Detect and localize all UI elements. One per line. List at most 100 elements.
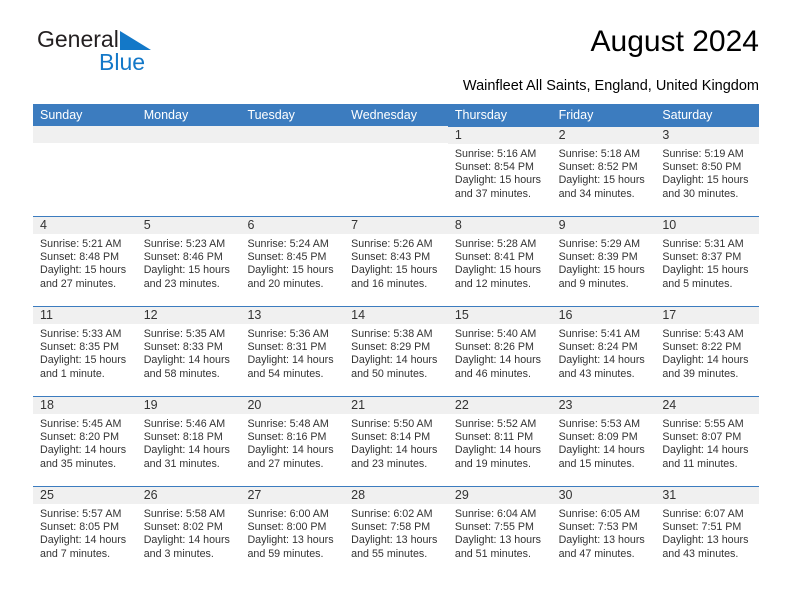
daylight-text: Daylight: 14 hours and 50 minutes. [351, 354, 438, 380]
day-details: Sunrise: 6:07 AM Sunset: 7:51 PM Daylight:… [655, 504, 759, 561]
day-number: 10 [655, 217, 760, 234]
day-details: Sunrise: 5:33 AM Sunset: 8:35 PM Daylight:… [33, 324, 137, 381]
sunrise-text: Sunrise: 5:35 AM [143, 328, 226, 340]
calendar-day-cell[interactable]: 30 Sunrise: 6:05 AM Sunset: 7:53 PM Dayligh… [551, 486, 656, 576]
calendar-day-cell[interactable]: 19 Sunrise: 5:46 AM Sunset: 8:18 PM Dayligh… [136, 396, 241, 486]
page-subtitle: Wainfleet All Saints, England, United Ki… [462, 78, 759, 94]
calendar-day-cell[interactable]: 8 Sunrise: 5:28 AM Sunset: 8:41 PM Daylight… [447, 216, 552, 306]
calendar-day-cell[interactable]: 10 Sunrise: 5:31 AM Sunset: 8:37 PM Dayligh… [655, 216, 760, 306]
sunrise-text: Sunrise: 5:23 AM [143, 238, 226, 250]
calendar-day-cell[interactable]: 7 Sunrise: 5:26 AM Sunset: 8:43 PM Daylight… [344, 216, 448, 306]
day-number: 29 [447, 487, 552, 504]
calendar-day-cell[interactable]: 27 Sunrise: 6:00 AM Sunset: 8:00 PM Dayligh… [240, 486, 345, 576]
day-number: 26 [136, 487, 241, 504]
day-number: 21 [344, 397, 448, 414]
daylight-text: Daylight: 15 hours and 30 minutes. [662, 174, 749, 200]
calendar-day-cell[interactable]: 23 Sunrise: 5:53 AM Sunset: 8:09 PM Dayligh… [551, 396, 656, 486]
day-number: 3 [655, 127, 760, 144]
day-details: Sunrise: 5:24 AM Sunset: 8:45 PM Daylight:… [240, 234, 344, 291]
day-number: 6 [240, 217, 345, 234]
day-number: 24 [655, 397, 760, 414]
day-number: 23 [551, 397, 656, 414]
day-details: Sunrise: 5:29 AM Sunset: 8:39 PM Daylight:… [552, 234, 656, 291]
day-details: Sunrise: 5:23 AM Sunset: 8:46 PM Daylight:… [137, 234, 241, 291]
weekday-header-thursday: Thursday [454, 108, 507, 122]
sunset-text: Sunset: 8:00 PM [247, 521, 327, 534]
day-number: 20 [240, 397, 345, 414]
daylight-text: Daylight: 15 hours and 37 minutes. [454, 174, 542, 200]
calendar-day-cell[interactable]: 31 Sunrise: 6:07 AM Sunset: 7:51 PM Dayligh… [655, 486, 760, 576]
calendar-day-cell[interactable]: 18 Sunrise: 5:45 AM Sunset: 8:20 PM Dayligh… [33, 396, 137, 486]
weekday-header-wednesday: Wednesday [351, 108, 417, 122]
calendar-day-cell[interactable]: 15 Sunrise: 5:40 AM Sunset: 8:26 PM Dayligh… [447, 306, 552, 396]
day-number: 22 [447, 397, 552, 414]
calendar-day-cell[interactable]: 14 Sunrise: 5:38 AM Sunset: 8:29 PM Dayligh… [344, 306, 448, 396]
day-number: 14 [344, 307, 448, 324]
calendar-weeks: 1 Sunrise: 5:16 AM Sunset: 8:54 PM Daylight… [33, 126, 760, 576]
day-number: 27 [240, 487, 345, 504]
calendar-day-cell[interactable]: 29 Sunrise: 6:04 AM Sunset: 7:55 PM Dayligh… [447, 486, 552, 576]
calendar-day-cell[interactable]: 1 Sunrise: 5:16 AM Sunset: 8:54 PM Daylight… [447, 126, 552, 216]
day-number: 9 [551, 217, 656, 234]
sunset-text: Sunset: 8:05 PM [40, 521, 120, 534]
daylight-text: Daylight: 13 hours and 55 minutes. [351, 534, 438, 560]
day-details: Sunrise: 5:50 AM Sunset: 8:14 PM Daylight:… [344, 414, 448, 471]
sunset-text: Sunset: 8:18 PM [143, 431, 223, 444]
calendar-day-cell[interactable]: 21 Sunrise: 5:50 AM Sunset: 8:14 PM Dayligh… [344, 396, 448, 486]
general-blue-logo[interactable]: General Blue [37, 26, 151, 75]
day-number [344, 126, 448, 143]
sunset-text: Sunset: 8:48 PM [40, 251, 120, 264]
sunrise-text: Sunrise: 5:24 AM [247, 238, 329, 250]
weekday-header-friday: Friday [558, 108, 594, 122]
day-details: Sunrise: 5:48 AM Sunset: 8:16 PM Daylight:… [240, 414, 344, 471]
sunset-text: Sunset: 8:50 PM [662, 161, 742, 174]
sunrise-text: Sunrise: 5:48 AM [247, 418, 329, 430]
weekday-header-tuesday: Tuesday [247, 108, 295, 122]
page-header: General Blue August 2024 Wainfleet All S… [33, 0, 759, 94]
calendar-day-cell[interactable]: 20 Sunrise: 5:48 AM Sunset: 8:16 PM Dayligh… [240, 396, 345, 486]
calendar-day-cell[interactable]: 28 Sunrise: 6:02 AM Sunset: 7:58 PM Dayligh… [344, 486, 448, 576]
day-details: Sunrise: 5:19 AM Sunset: 8:50 PM Daylight:… [655, 144, 759, 201]
sunrise-text: Sunrise: 5:43 AM [662, 328, 744, 340]
day-details: Sunrise: 5:28 AM Sunset: 8:41 PM Daylight:… [448, 234, 552, 291]
sunset-text: Sunset: 8:14 PM [351, 431, 431, 444]
day-number: 4 [33, 217, 137, 234]
calendar-day-cell[interactable]: 12 Sunrise: 5:35 AM Sunset: 8:33 PM Dayligh… [136, 306, 241, 396]
calendar-day-cell[interactable]: 13 Sunrise: 5:36 AM Sunset: 8:31 PM Dayligh… [240, 306, 345, 396]
daylight-text: Daylight: 13 hours and 51 minutes. [454, 534, 542, 560]
calendar-day-cell[interactable]: 22 Sunrise: 5:52 AM Sunset: 8:11 PM Dayligh… [447, 396, 552, 486]
sunrise-text: Sunrise: 5:26 AM [351, 238, 433, 250]
day-number [240, 126, 345, 143]
day-details: Sunrise: 5:16 AM Sunset: 8:54 PM Daylight:… [448, 144, 552, 201]
day-details: Sunrise: 6:00 AM Sunset: 8:00 PM Daylight:… [240, 504, 344, 561]
calendar-day-cell[interactable]: 11 Sunrise: 5:33 AM Sunset: 8:35 PM Dayligh… [33, 306, 137, 396]
calendar-day-cell[interactable]: 26 Sunrise: 5:58 AM Sunset: 8:02 PM Dayligh… [136, 486, 241, 576]
calendar-day-cell[interactable]: 3 Sunrise: 5:19 AM Sunset: 8:50 PM Daylight… [655, 126, 760, 216]
calendar-day-cell[interactable]: 16 Sunrise: 5:41 AM Sunset: 8:24 PM Dayligh… [551, 306, 656, 396]
calendar-day-cell[interactable]: 6 Sunrise: 5:24 AM Sunset: 8:45 PM Daylight… [240, 216, 345, 306]
calendar-day-cell[interactable]: 24 Sunrise: 5:55 AM Sunset: 8:07 PM Dayligh… [655, 396, 760, 486]
calendar-day-cell[interactable]: 5 Sunrise: 5:23 AM Sunset: 8:46 PM Daylight… [136, 216, 241, 306]
day-details: Sunrise: 5:45 AM Sunset: 8:20 PM Daylight:… [33, 414, 137, 471]
daylight-text: Daylight: 14 hours and 54 minutes. [247, 354, 334, 380]
calendar-day-cell[interactable]: 9 Sunrise: 5:29 AM Sunset: 8:39 PM Daylight… [551, 216, 656, 306]
sunrise-text: Sunrise: 5:55 AM [662, 418, 744, 430]
triangle-icon [119, 31, 151, 50]
daylight-text: Daylight: 15 hours and 12 minutes. [454, 264, 542, 290]
daylight-text: Daylight: 15 hours and 16 minutes. [351, 264, 438, 290]
sunrise-text: Sunrise: 5:36 AM [247, 328, 329, 340]
sunrise-text: Sunrise: 5:18 AM [558, 148, 640, 160]
calendar-day-cell[interactable]: 17 Sunrise: 5:43 AM Sunset: 8:22 PM Dayligh… [655, 306, 760, 396]
day-details: Sunrise: 5:53 AM Sunset: 8:09 PM Daylight:… [552, 414, 656, 471]
calendar-day-cell[interactable]: 25 Sunrise: 5:57 AM Sunset: 8:05 PM Dayligh… [33, 486, 137, 576]
day-details: Sunrise: 5:38 AM Sunset: 8:29 PM Daylight:… [344, 324, 448, 381]
calendar-day-cell[interactable]: 2 Sunrise: 5:18 AM Sunset: 8:52 PM Daylight… [551, 126, 656, 216]
day-number: 7 [344, 217, 448, 234]
calendar-day-cell[interactable]: 4 Sunrise: 5:21 AM Sunset: 8:48 PM Daylight… [33, 216, 137, 306]
day-details: Sunrise: 6:05 AM Sunset: 7:53 PM Daylight:… [552, 504, 656, 561]
daylight-text: Daylight: 14 hours and 19 minutes. [454, 444, 542, 470]
day-details: Sunrise: 6:02 AM Sunset: 7:58 PM Daylight:… [344, 504, 448, 561]
day-details: Sunrise: 5:40 AM Sunset: 8:26 PM Daylight:… [448, 324, 552, 381]
sunset-text: Sunset: 8:24 PM [558, 341, 638, 354]
sunrise-text: Sunrise: 5:46 AM [143, 418, 226, 430]
